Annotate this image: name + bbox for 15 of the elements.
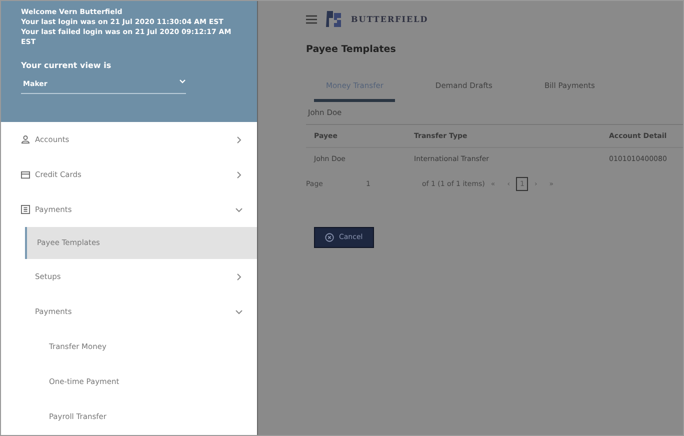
logo-icon (325, 9, 343, 29)
view-label: Your current view is (21, 61, 112, 71)
close-icon (325, 233, 334, 242)
card-icon (21, 170, 30, 178)
chevron-icon (235, 308, 243, 316)
chevron-icon (235, 136, 243, 144)
chevron-icon (235, 272, 243, 280)
list-icon (21, 205, 30, 214)
brand-name: BUTTERFIELD (351, 13, 428, 25)
people-icon (21, 135, 30, 144)
chevron-icon (235, 206, 243, 214)
page-title: Payee Templates (306, 43, 397, 57)
caret-icon (179, 79, 186, 84)
menu-icon[interactable] (306, 14, 317, 24)
chevron-icon (235, 170, 243, 178)
